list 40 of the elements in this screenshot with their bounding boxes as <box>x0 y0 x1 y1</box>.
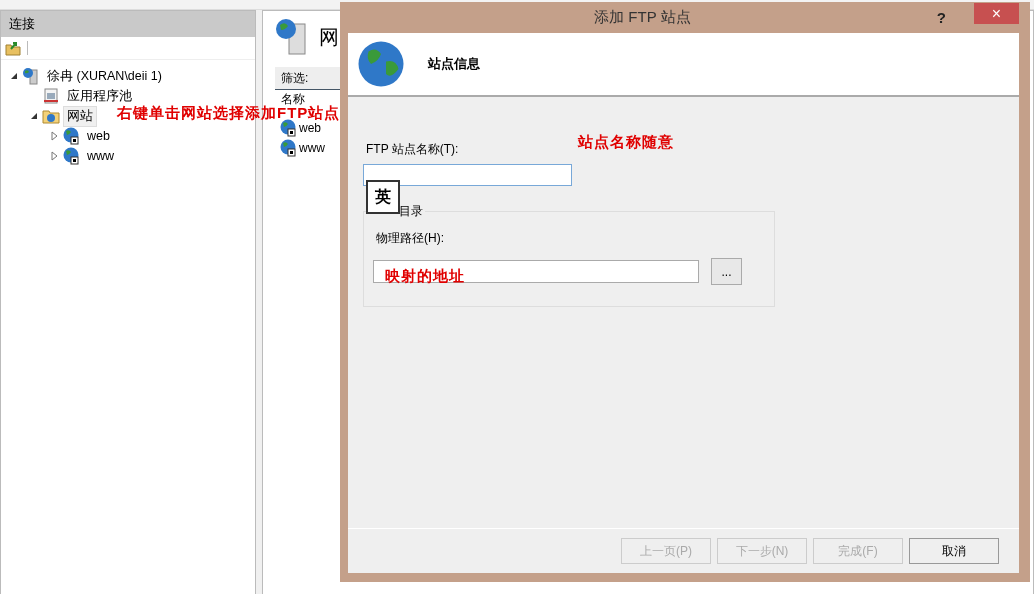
collapse-triangle-icon[interactable] <box>9 71 19 81</box>
website-globe-icon <box>62 147 80 165</box>
tree-item[interactable]: www <box>83 147 119 165</box>
filter-label: 筛选: <box>281 69 309 87</box>
globe-icon <box>356 39 406 89</box>
website-globe-icon <box>279 119 297 137</box>
wizard-button[interactable]: 取消 <box>909 538 999 564</box>
tree-item[interactable]: 徐冉 (XURAN\deii 1) <box>43 65 166 87</box>
connect-folder-icon[interactable] <box>5 40 21 56</box>
website-globe-icon <box>62 127 80 145</box>
annotation: 右键单击网站选择添加FTP站点 <box>117 105 341 121</box>
window-title: 添加 FTP 站点 <box>593 8 692 27</box>
browse-button[interactable]: ... <box>711 258 742 285</box>
list-item[interactable]: web <box>299 121 321 135</box>
server-globe-icon <box>275 18 309 56</box>
app-pool-icon <box>42 87 60 105</box>
folder-globe-icon <box>42 107 60 125</box>
input-field[interactable] <box>363 164 572 186</box>
ime-indicator: 英 <box>366 180 400 214</box>
page-heading: 站点信息 <box>428 55 480 73</box>
input-field[interactable] <box>373 260 699 283</box>
annotation: 映射的地址 <box>385 268 465 284</box>
collapse-triangle-icon[interactable] <box>29 111 39 121</box>
list-item[interactable]: www <box>299 141 325 155</box>
help-button[interactable]: ? <box>936 9 946 26</box>
expand-triangle-icon[interactable] <box>49 131 59 141</box>
field-label: 物理路径(H): <box>376 230 444 247</box>
page-title: 网 <box>319 24 339 50</box>
website-globe-icon <box>279 139 297 157</box>
panel-title: 连接 <box>9 15 35 33</box>
tree-item[interactable]: web <box>83 127 114 145</box>
field-label: FTP 站点名称(T): <box>366 141 459 158</box>
group-label: 目录 <box>397 203 425 220</box>
annotation: 站点名称随意 <box>578 134 674 150</box>
expand-triangle-icon[interactable] <box>49 151 59 161</box>
tree-item[interactable]: 网站 <box>63 105 97 127</box>
server-icon <box>22 67 40 85</box>
tree-item[interactable]: 应用程序池 <box>63 85 136 107</box>
column-header[interactable]: 名称 <box>281 92 305 106</box>
close-button[interactable]: × <box>974 3 1019 24</box>
